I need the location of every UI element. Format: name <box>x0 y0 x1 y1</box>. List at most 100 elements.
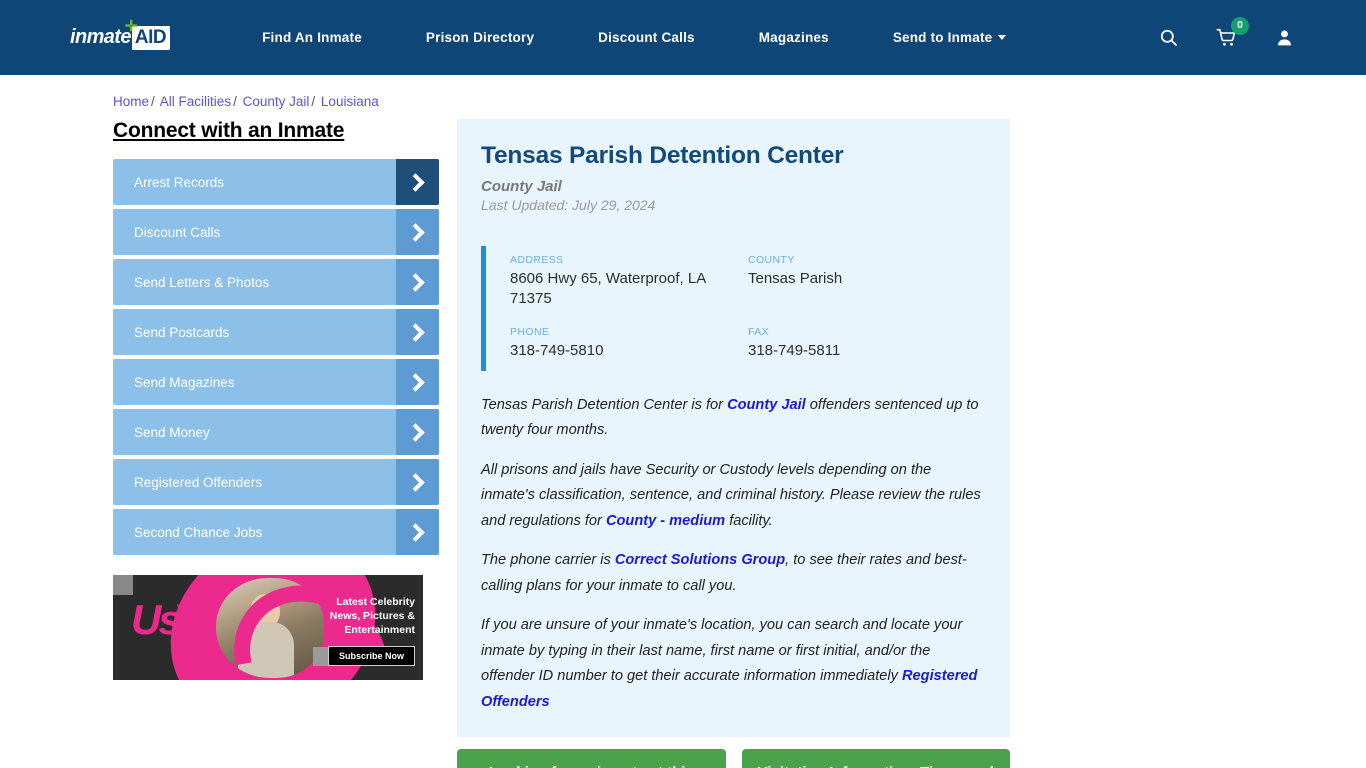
search-icon[interactable] <box>1159 28 1178 47</box>
breadcrumb-separator: / <box>311 94 316 109</box>
fax-value: 318-749-5811 <box>748 341 841 359</box>
chevron-right-icon <box>396 509 439 555</box>
chevron-right-icon <box>396 309 439 355</box>
sidebar-item-label: Send Money <box>134 424 210 440</box>
address-field: ADDRESS 8606 Hwy 65, Waterproof, LA 7137… <box>510 254 748 309</box>
description-paragraph-4: If you are unsure of your inmate's locat… <box>481 613 986 715</box>
ad-brand-sublabel: WEEKLY <box>177 603 217 612</box>
ad-headline-line-3: Entertainment <box>344 624 415 636</box>
county-value: Tensas Parish <box>748 269 843 287</box>
sidebar-item-label: Second Chance Jobs <box>134 524 263 540</box>
cart-icon[interactable]: 0 <box>1216 16 1249 48</box>
link-county-medium[interactable]: County - medium <box>606 513 725 529</box>
site-header: inmate ✛ AID Find An Inmate Prison Direc… <box>0 0 1366 75</box>
facility-type: County Jail <box>481 177 562 195</box>
sidebar-item-label: Send Magazines <box>134 374 235 390</box>
sidebar-item-send-money[interactable]: Send Money <box>113 409 439 455</box>
logo-aid-text: AID <box>134 26 167 48</box>
user-account-icon[interactable] <box>1275 28 1294 47</box>
breadcrumb-item-all-facilities[interactable]: All Facilities <box>160 94 231 109</box>
main-navigation: Find An Inmate Prison Directory Discount… <box>230 30 1038 45</box>
page-body: Connect with an Inmate Arrest Records Di… <box>0 119 1366 768</box>
nav-label: Prison Directory <box>425 30 535 45</box>
ad-headline: Latest Celebrity News, Pictures & Entert… <box>295 595 415 637</box>
chevron-right-icon <box>396 409 439 455</box>
description-paragraph-2: All prisons and jails have Security or C… <box>481 458 986 535</box>
chevron-down-icon <box>998 35 1007 40</box>
facility-info-wrap: ADDRESS 8606 Hwy 65, Waterproof, LA 7137… <box>457 245 1010 371</box>
cart-count-badge: 0 <box>1231 16 1249 35</box>
breadcrumb: Home / All Facilities / County Jail / Louis… <box>113 94 1366 109</box>
description-paragraph-3: The phone carrier is Correct Solutions G… <box>481 548 986 599</box>
phone-field: PHONE 318-749-5810 <box>510 326 748 361</box>
visitation-info-button[interactable]: Visitation Information, Times and Rules <box>741 749 1010 768</box>
link-county-jail[interactable]: County Jail <box>727 397 806 413</box>
last-updated: Last Updated: July 29, 2024 <box>481 196 656 213</box>
address-value: 8606 Hwy 65, Waterproof, LA 71375 <box>510 269 706 307</box>
sidebar-item-send-magazines[interactable]: Send Magazines <box>113 359 439 405</box>
description-paragraph-1: Tensas Parish Detention Center is for Co… <box>481 393 986 444</box>
breadcrumb-item-county-jail[interactable]: County Jail <box>243 94 310 109</box>
sidebar-item-registered-offenders[interactable]: Registered Offenders <box>113 459 439 505</box>
nav-label: Magazines <box>758 30 829 45</box>
nav-label: Discount Calls <box>598 30 695 45</box>
logo-wordmark: inmate <box>70 26 131 48</box>
facility-description: Tensas Parish Detention Center is for Co… <box>457 393 1010 716</box>
sidebar-item-send-postcards[interactable]: Send Postcards <box>113 309 439 355</box>
breadcrumb-separator: / <box>233 94 237 109</box>
facility-panel: Tensas Parish Detention Center County Ja… <box>457 119 1010 738</box>
chevron-right-icon <box>396 209 439 255</box>
nav-item-find-an-inmate[interactable]: Find An Inmate <box>230 30 394 45</box>
county-label: COUNTY <box>748 253 795 266</box>
paragraph-text: facility. <box>725 512 773 529</box>
phone-label: PHONE <box>510 325 550 338</box>
cta-button-row: Looking for an inmate at this facility? … <box>457 749 1010 768</box>
chevron-right-icon <box>396 259 439 305</box>
nav-item-prison-directory[interactable]: Prison Directory <box>394 30 566 45</box>
fax-field: FAX 318-749-5811 <box>748 326 986 361</box>
main-content: Tensas Parish Detention Center County Ja… <box>457 119 1010 768</box>
ad-corner-block <box>113 575 133 595</box>
header-icon-group: 0 <box>1159 16 1294 48</box>
nav-item-discount-calls[interactable]: Discount Calls <box>566 30 727 45</box>
looking-for-inmate-button[interactable]: Looking for an inmate at this facility? <box>457 749 726 768</box>
page-title: Tensas Parish Detention Center <box>481 142 844 169</box>
sidebar-item-label: Discount Calls <box>134 224 221 240</box>
sidebar-item-second-chance-jobs[interactable]: Second Chance Jobs <box>113 509 439 555</box>
sidebar-item-label: Send Postcards <box>134 324 230 340</box>
breadcrumb-item-home[interactable]: Home <box>113 94 149 109</box>
facility-info-block: ADDRESS 8606 Hwy 65, Waterproof, LA 7137… <box>481 245 986 371</box>
sidebar-item-discount-calls[interactable]: Discount Calls <box>113 209 439 255</box>
paragraph-text: The phone carrier is <box>481 552 615 569</box>
county-field: COUNTY Tensas Parish <box>748 254 986 309</box>
medical-cross-icon: ✛ <box>124 17 138 35</box>
site-logo[interactable]: inmate ✛ AID <box>70 19 171 51</box>
sidebar-heading: Connect with an Inmate <box>113 119 345 142</box>
fax-label: FAX <box>748 325 770 338</box>
sidebar-item-label: Arrest Records <box>134 174 225 190</box>
ad-headline-line-2: News, Pictures & <box>329 610 415 622</box>
sidebar-item-send-letters-photos[interactable]: Send Letters & Photos <box>113 259 439 305</box>
breadcrumb-item-louisiana[interactable]: Louisiana <box>321 94 379 109</box>
address-label: ADDRESS <box>510 253 564 266</box>
nav-item-magazines[interactable]: Magazines <box>727 30 861 45</box>
advertisement-banner[interactable]: Us WEEKLY Latest Celebrity News, Picture… <box>113 575 423 680</box>
phone-value: 318-749-5810 <box>510 341 604 359</box>
nav-label: Send to Inmate <box>892 30 993 45</box>
paragraph-text: Tensas Parish Detention Center is for <box>481 396 728 413</box>
link-correct-solutions-group[interactable]: Correct Solutions Group <box>615 552 785 568</box>
nav-item-send-to-inmate[interactable]: Send to Inmate <box>861 30 1039 45</box>
ad-brand-logo: Us <box>131 596 182 643</box>
ad-headline-line-1: Latest Celebrity <box>336 596 415 608</box>
paragraph-text: If you are unsure of your inmate's locat… <box>481 617 963 685</box>
logo-aid-badge: ✛ AID <box>125 19 171 50</box>
chevron-right-icon <box>396 459 439 505</box>
nav-label: Find An Inmate <box>262 30 362 45</box>
sidebar-item-arrest-records[interactable]: Arrest Records <box>113 159 439 205</box>
sidebar: Connect with an Inmate Arrest Records Di… <box>113 119 439 768</box>
sidebar-item-label: Send Letters & Photos <box>134 274 270 290</box>
chevron-right-icon <box>396 159 439 205</box>
facility-header: Tensas Parish Detention Center County Ja… <box>457 142 1010 213</box>
ad-subscribe-button[interactable]: Subscribe Now <box>327 646 415 666</box>
sidebar-item-label: Registered Offenders <box>134 474 263 490</box>
